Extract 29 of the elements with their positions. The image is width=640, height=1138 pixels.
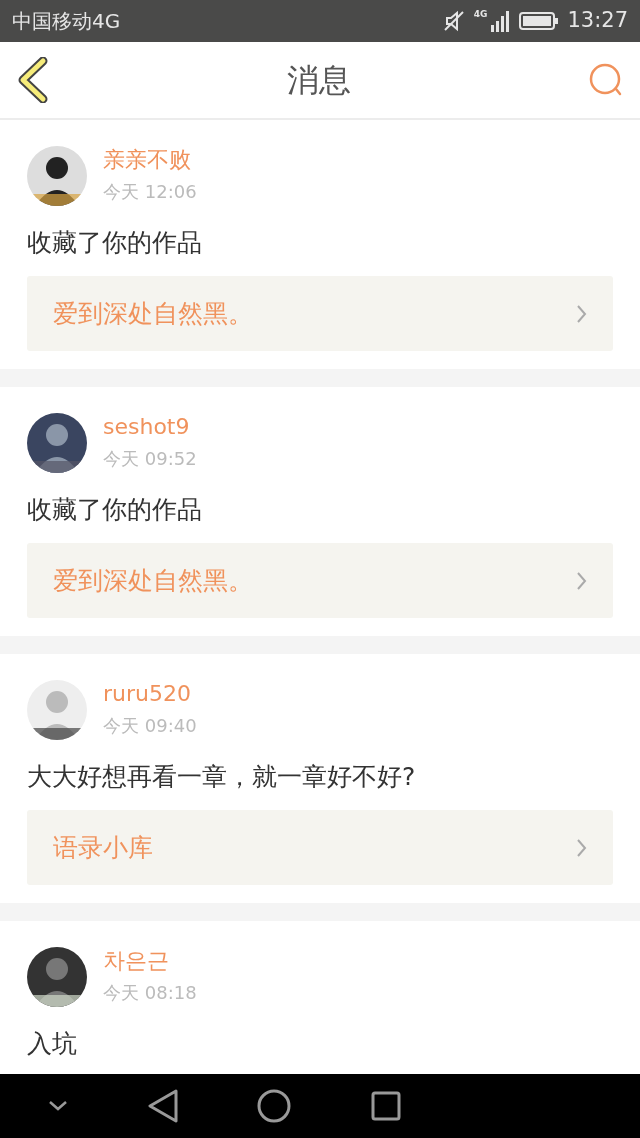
- message-text: 大大好想再看一章，就一章好不好?: [27, 762, 417, 792]
- chevron-icon: [577, 304, 587, 323]
- battery-icon: [519, 11, 560, 31]
- back-icon[interactable]: [16, 57, 50, 103]
- work-link[interactable]: 爱到深处自然黑。: [27, 543, 613, 618]
- chevron-icon: [577, 571, 587, 590]
- chevron-icon: [577, 838, 587, 857]
- back-icon[interactable]: [147, 1089, 178, 1123]
- user-name[interactable]: ruru520: [103, 681, 197, 708]
- signal-icon: [491, 10, 512, 32]
- work-link[interactable]: 语录小库: [27, 810, 613, 885]
- home-icon[interactable]: [257, 1089, 291, 1123]
- clock: 13:27: [567, 7, 628, 35]
- user-name[interactable]: seshot9: [103, 414, 197, 441]
- message-text: 收藏了你的作品: [27, 228, 203, 258]
- message-text: 收藏了你的作品: [27, 495, 203, 525]
- message-time: 今天 12:06: [103, 179, 197, 204]
- user-name[interactable]: 차은근: [103, 948, 197, 975]
- message-text: 入坑: [27, 1029, 78, 1059]
- work-link[interactable]: 爱到深处自然黑。: [27, 276, 613, 351]
- collapse-icon[interactable]: [48, 1100, 68, 1112]
- network-label: 4G: [473, 10, 488, 19]
- recent-apps-icon[interactable]: [370, 1091, 401, 1121]
- user-name[interactable]: 亲亲不败: [103, 147, 197, 174]
- page-title: 消息: [287, 60, 351, 101]
- message-time: 今天 08:18: [103, 980, 197, 1005]
- carrier-name: 中国移动4G: [12, 8, 121, 35]
- message-time: 今天 09:40: [103, 713, 197, 738]
- message-time: 今天 09:52: [103, 446, 197, 471]
